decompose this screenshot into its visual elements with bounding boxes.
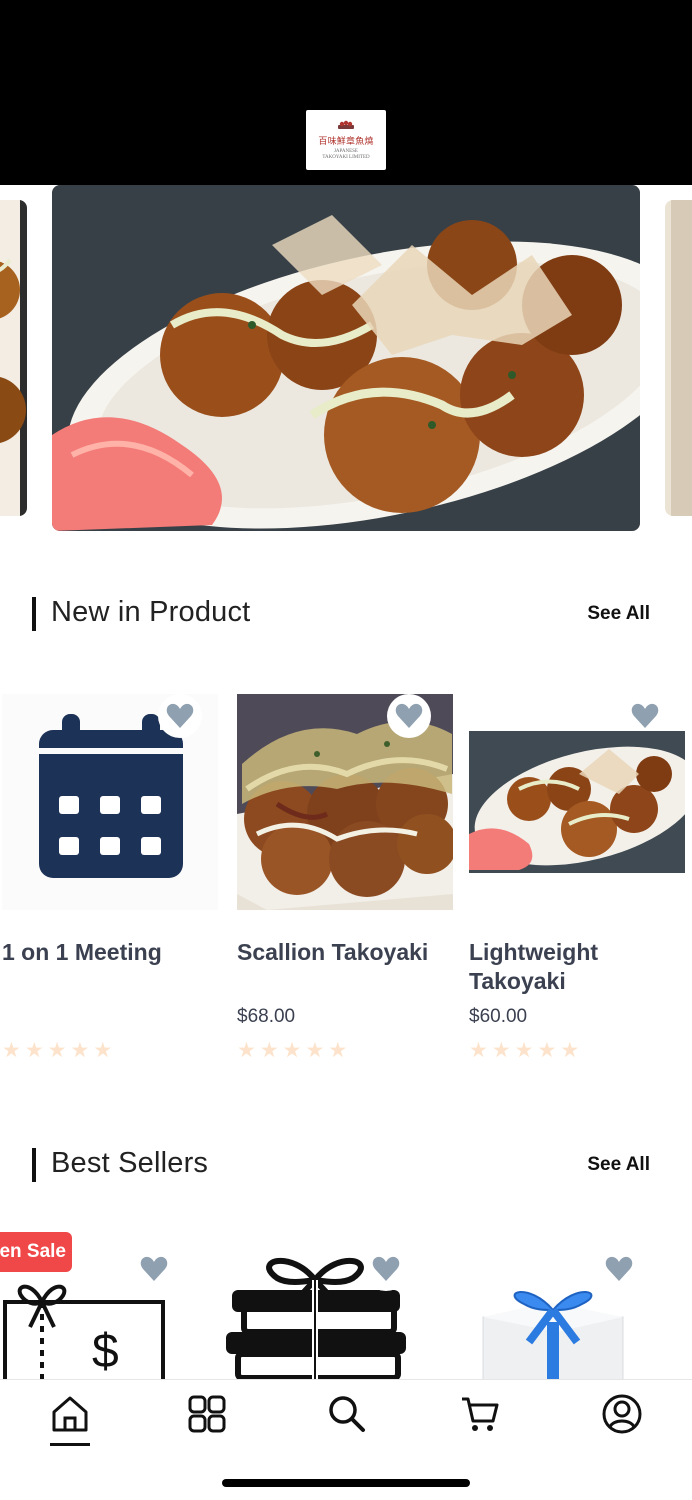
grid-icon	[188, 1395, 226, 1433]
rating-stars: ★ ★ ★ ★ ★	[2, 1040, 112, 1062]
logo-en-line2: TAKOYAKI LIMITED	[322, 155, 370, 160]
section-title: Best Sellers	[51, 1147, 209, 1179]
favorite-button[interactable]	[597, 1247, 641, 1291]
product-card[interactable]	[469, 1232, 685, 1380]
star-icon: ★	[537, 1039, 557, 1062]
home-indicator[interactable]	[222, 1479, 470, 1487]
favorite-button[interactable]	[132, 1247, 176, 1291]
cart-icon	[462, 1397, 499, 1431]
home-icon	[52, 1396, 88, 1432]
tab-home[interactable]	[46, 1390, 94, 1446]
heart-icon	[631, 703, 659, 728]
product-price: $60.00	[469, 1006, 528, 1027]
star-icon: ★	[328, 1039, 348, 1062]
star-icon: ★	[259, 1039, 279, 1062]
user-icon	[602, 1394, 642, 1434]
star-icon: ★	[305, 1039, 325, 1062]
star-icon: ★	[560, 1039, 580, 1062]
product-name[interactable]: Scallion Takoyaki	[237, 938, 453, 967]
section-accent-bar	[32, 597, 36, 631]
logo-cn-text: 百味鮮章魚燒	[318, 137, 374, 147]
product-name[interactable]: 1 on 1 Meeting	[2, 938, 218, 967]
star-icon: ★	[237, 1039, 256, 1062]
section-title: New in Product	[51, 596, 251, 628]
product-card[interactable]	[222, 1232, 438, 1380]
rating-stars: ★ ★ ★ ★ ★	[237, 1040, 347, 1062]
favorite-button[interactable]	[623, 694, 667, 738]
product-name[interactable]: Lightweight Takoyaki	[469, 938, 685, 996]
logo-mark-icon	[338, 120, 354, 129]
tab-profile[interactable]	[598, 1390, 646, 1438]
active-tab-indicator	[50, 1443, 90, 1446]
sale-badge-text: en Sale	[0, 1241, 66, 1262]
brand-logo[interactable]: 百味鮮章魚燒 JAPANESE TAKOYAKI LIMITED	[306, 110, 386, 170]
best-sellers-header: Best Sellers See All	[32, 1145, 660, 1185]
sale-badge: en Sale	[0, 1232, 72, 1272]
tab-search[interactable]	[322, 1390, 370, 1438]
star-icon: ★	[24, 1039, 44, 1062]
heart-icon	[372, 1256, 400, 1281]
product-price: $68.00	[237, 1006, 296, 1027]
carousel-slide-next[interactable]	[665, 200, 692, 516]
heart-icon	[140, 1256, 168, 1281]
logo-en-line1: JAPANESE	[333, 149, 358, 154]
see-all-link[interactable]: See All	[587, 603, 650, 625]
favorite-button[interactable]	[364, 1247, 408, 1291]
heart-icon	[166, 703, 194, 728]
logo-en-text: JAPANESE TAKOYAKI LIMITED	[322, 149, 369, 161]
gift-box-photo	[482, 1291, 624, 1380]
see-all-link[interactable]: See All	[587, 1154, 650, 1176]
heart-icon	[395, 703, 423, 728]
star-icon: ★	[282, 1039, 302, 1062]
star-icon: ★	[2, 1039, 21, 1062]
star-icon: ★	[93, 1039, 113, 1062]
star-icon: ★	[469, 1039, 488, 1062]
star-icon: ★	[491, 1039, 511, 1062]
app-header: 百味鮮章魚燒 JAPANESE TAKOYAKI LIMITED	[0, 0, 692, 185]
star-icon: ★	[70, 1039, 90, 1062]
heart-icon	[605, 1256, 633, 1281]
star-icon: ★	[47, 1039, 67, 1062]
carousel-slide-current[interactable]	[52, 185, 640, 531]
hero-carousel[interactable]	[0, 185, 692, 535]
carousel-slide-prev[interactable]	[0, 200, 27, 516]
rating-stars: ★ ★ ★ ★ ★	[469, 1040, 579, 1062]
tab-categories[interactable]	[183, 1390, 231, 1438]
favorite-button[interactable]	[387, 694, 431, 738]
star-icon: ★	[514, 1039, 534, 1062]
search-icon	[329, 1396, 365, 1432]
favorite-button[interactable]	[158, 694, 202, 738]
new-product-header: New in Product See All	[32, 594, 660, 634]
tab-cart[interactable]	[456, 1390, 504, 1438]
svg-text:$: $	[92, 1325, 119, 1378]
section-accent-bar	[32, 1148, 36, 1182]
